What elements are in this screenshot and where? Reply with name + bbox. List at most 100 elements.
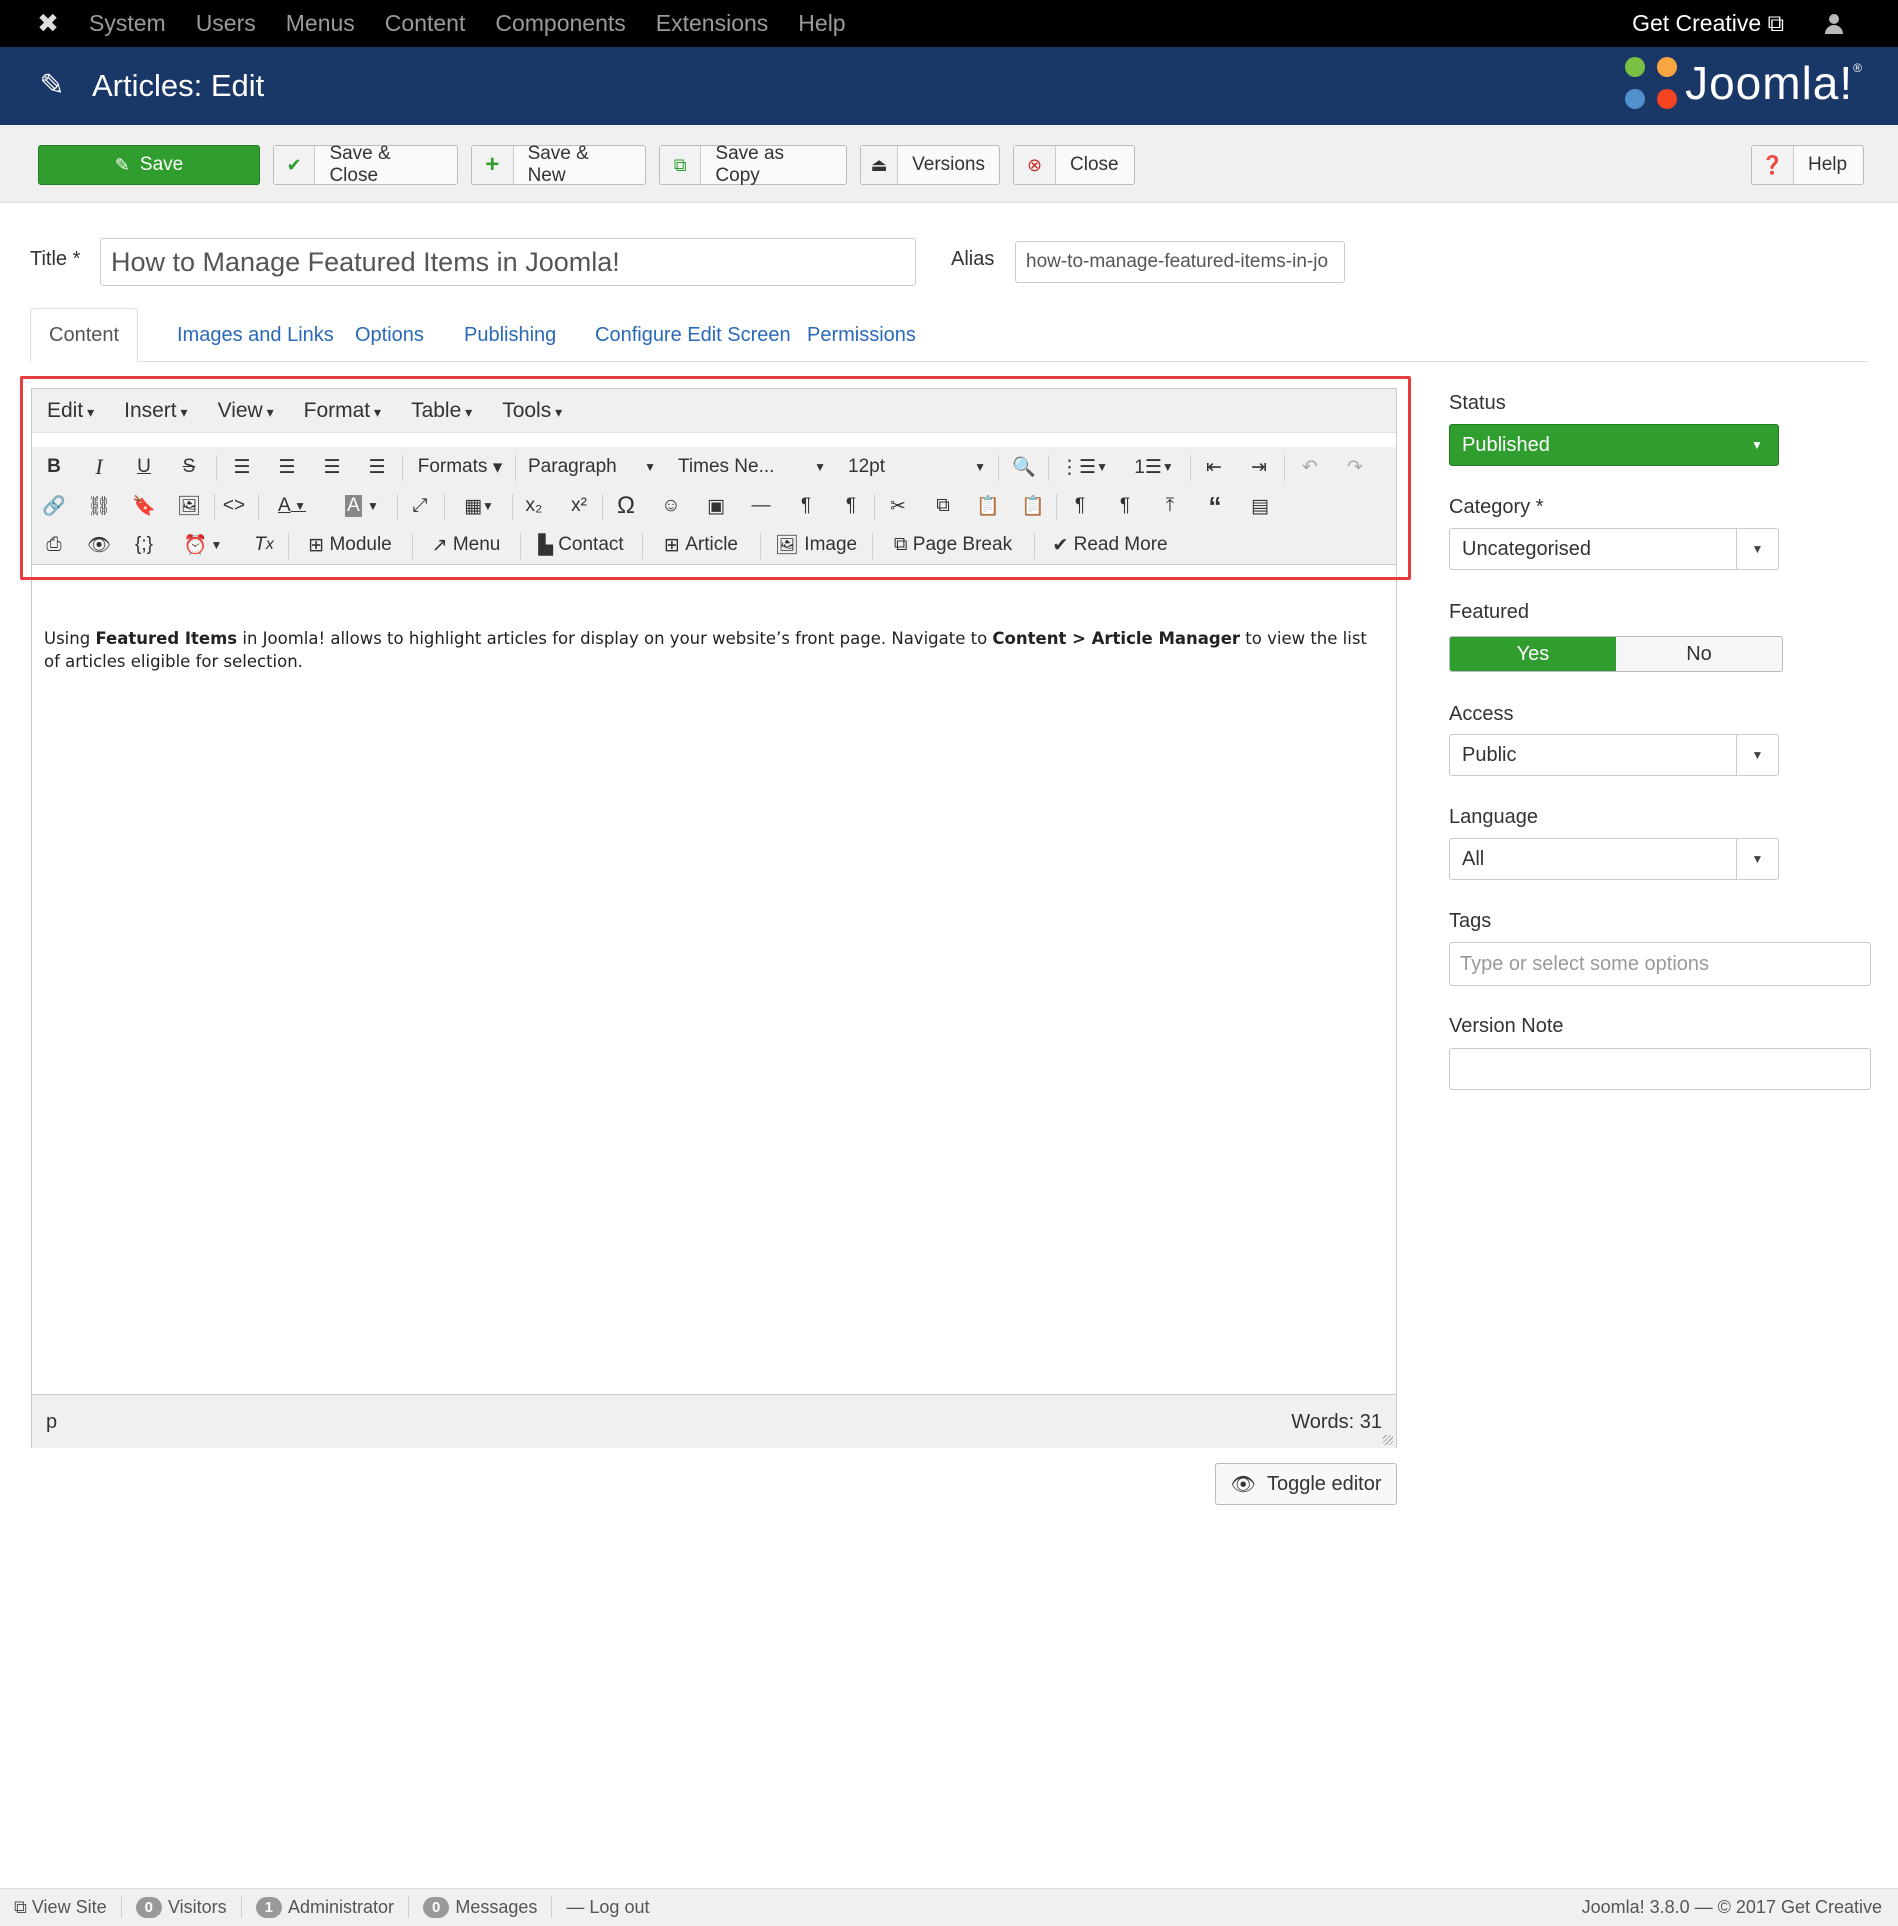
copy-icon: ⧉ [660,146,702,184]
close-button[interactable]: ⊗ Close [1013,145,1135,185]
save-copy-button[interactable]: ⧉ Save as Copy [659,143,847,186]
save-close-button[interactable]: ✔ Save & Close [273,143,458,186]
admin-badge: 1 [255,1897,282,1918]
menu-extensions[interactable]: Extensions [641,10,784,37]
access-select[interactable]: Public ▼ [1449,734,1779,776]
view-site-link[interactable]: ⧉ View Site [0,1897,122,1918]
menu-help[interactable]: Help [783,10,860,37]
category-select[interactable]: Uncategorised ▼ [1449,528,1779,570]
tab-publishing[interactable]: Publishing [446,308,574,362]
joomla-logo: Joomla! ® [1623,55,1862,111]
content-bold: Content > Article Manager [992,629,1241,648]
category-value: Uncategorised [1462,537,1591,560]
access-value: Public [1462,743,1517,766]
status-footer: ⧉ View Site 0 Visitors 1 Administrator 0 Me… [0,1888,1898,1926]
version-note-input[interactable] [1449,1048,1871,1090]
tab-content[interactable]: Content [30,308,139,362]
tab-options[interactable]: Options [337,308,442,362]
editor-content[interactable]: Using Featured Items in Joomla! allows t… [44,627,1384,673]
registered-mark: ® [1853,61,1862,75]
edit-icon: ✎ [114,154,130,175]
get-creative-link[interactable]: Get Creative ⧉ [1632,10,1784,37]
save-new-button[interactable]: + Save & New [471,143,646,186]
editor-toolbar-highlight [20,376,1411,580]
top-right: Get Creative ⧉ [1632,10,1844,37]
help-button[interactable]: ❓ Help [1751,145,1864,185]
close-icon: ⊗ [1014,146,1056,184]
toggle-editor-button[interactable]: 👁 Toggle editor [1215,1463,1397,1505]
minus-icon: — [566,1897,585,1917]
caret-down-icon: ▼ [1751,438,1763,452]
versions-button[interactable]: ⏏ Versions [860,145,1000,185]
action-toolbar: ✎ Save ✔ Save & Close + Save & New ⧉ Sav… [0,125,1898,203]
word-count: Words: 31 [1291,1411,1382,1433]
language-value: All [1462,847,1485,870]
visitors-link[interactable]: 0 Visitors [122,1897,242,1918]
visitors-label: Visitors [167,1897,227,1917]
save-new-label: Save & New [527,143,589,186]
resize-handle-icon[interactable] [1383,1435,1393,1445]
joomla-logo-text: Joomla! [1685,57,1854,109]
edit-tabs: Content Images and Links Options Publish… [30,308,1868,362]
close-label: Close [1070,154,1119,175]
top-menu: System Users Menus Content Components Ex… [74,10,861,37]
language-select[interactable]: All ▼ [1449,838,1779,880]
tab-permissions[interactable]: Permissions [789,308,934,362]
content-text: in Joomla! allows to highlight articles … [237,629,993,648]
help-label: Help [1808,154,1848,175]
menu-components[interactable]: Components [480,10,640,37]
top-navbar: ✖ System Users Menus Content Components … [0,0,1898,47]
check-icon: ✔ [274,146,316,184]
external-link-icon: ⧉ [14,1897,27,1917]
logout-label: Log out [589,1897,650,1917]
title-label: Title * [30,248,81,270]
user-icon[interactable] [1824,13,1844,34]
view-site-label: View Site [31,1897,107,1917]
admin-label: Administrator [287,1897,394,1917]
versions-label: Versions [912,154,985,175]
caret-down-icon: ▼ [1736,839,1778,879]
language-label: Language [1449,806,1538,828]
menu-system[interactable]: System [74,10,181,37]
featured-toggle: Yes No [1449,636,1783,672]
tab-images-links[interactable]: Images and Links [159,308,352,362]
featured-no-button[interactable]: No [1616,637,1782,671]
page-title: Articles: Edit [92,68,265,103]
element-path[interactable]: p [46,1411,57,1434]
alias-input[interactable]: how-to-manage-featured-items-in-jo [1015,241,1345,283]
status-select[interactable]: Published ▼ [1449,424,1779,466]
tab-configure-edit-screen[interactable]: Configure Edit Screen [577,308,809,362]
save-close-label: Save & Close [329,143,391,186]
save-copy-label: Save as Copy [715,143,785,186]
messages-badge: 0 [423,1897,450,1918]
featured-label: Featured [1449,601,1530,623]
administrator-link[interactable]: 1 Administrator [242,1897,409,1918]
menu-menus[interactable]: Menus [271,10,370,37]
caret-down-icon: ▼ [1736,735,1778,775]
status-label: Status [1449,392,1506,414]
menu-content[interactable]: Content [370,10,481,37]
pencil-icon: ✎ [39,69,65,102]
plus-icon: + [472,146,514,184]
toggle-editor-label: Toggle editor [1266,1472,1382,1495]
save-label: Save [139,154,184,175]
visitors-badge: 0 [135,1897,162,1918]
page-header: ✎ Articles: Edit Joomla! ® [0,47,1898,125]
tags-label: Tags [1449,910,1492,932]
archive-icon: ⏏ [861,146,899,184]
caret-down-icon: ▼ [1736,529,1778,569]
save-button[interactable]: ✎ Save [38,145,260,185]
joomla-menu-icon[interactable]: ✖ [22,0,74,47]
featured-yes-button[interactable]: Yes [1450,637,1616,671]
menu-users[interactable]: Users [181,10,271,37]
joomla-logo-icon [1623,55,1679,111]
eye-icon: 👁 [1230,1473,1256,1496]
logout-link[interactable]: — Log out [552,1897,663,1918]
copyright: Joomla! 3.8.0 — © 2017 Get Creative [1581,1897,1882,1917]
content-text: Using [44,629,96,648]
messages-link[interactable]: 0 Messages [409,1897,553,1918]
title-input[interactable]: How to Manage Featured Items in Joomla! [100,238,916,286]
version-note-label: Version Note [1449,1015,1564,1037]
status-value: Published [1462,433,1550,456]
tags-input[interactable]: Type or select some options [1449,942,1871,986]
